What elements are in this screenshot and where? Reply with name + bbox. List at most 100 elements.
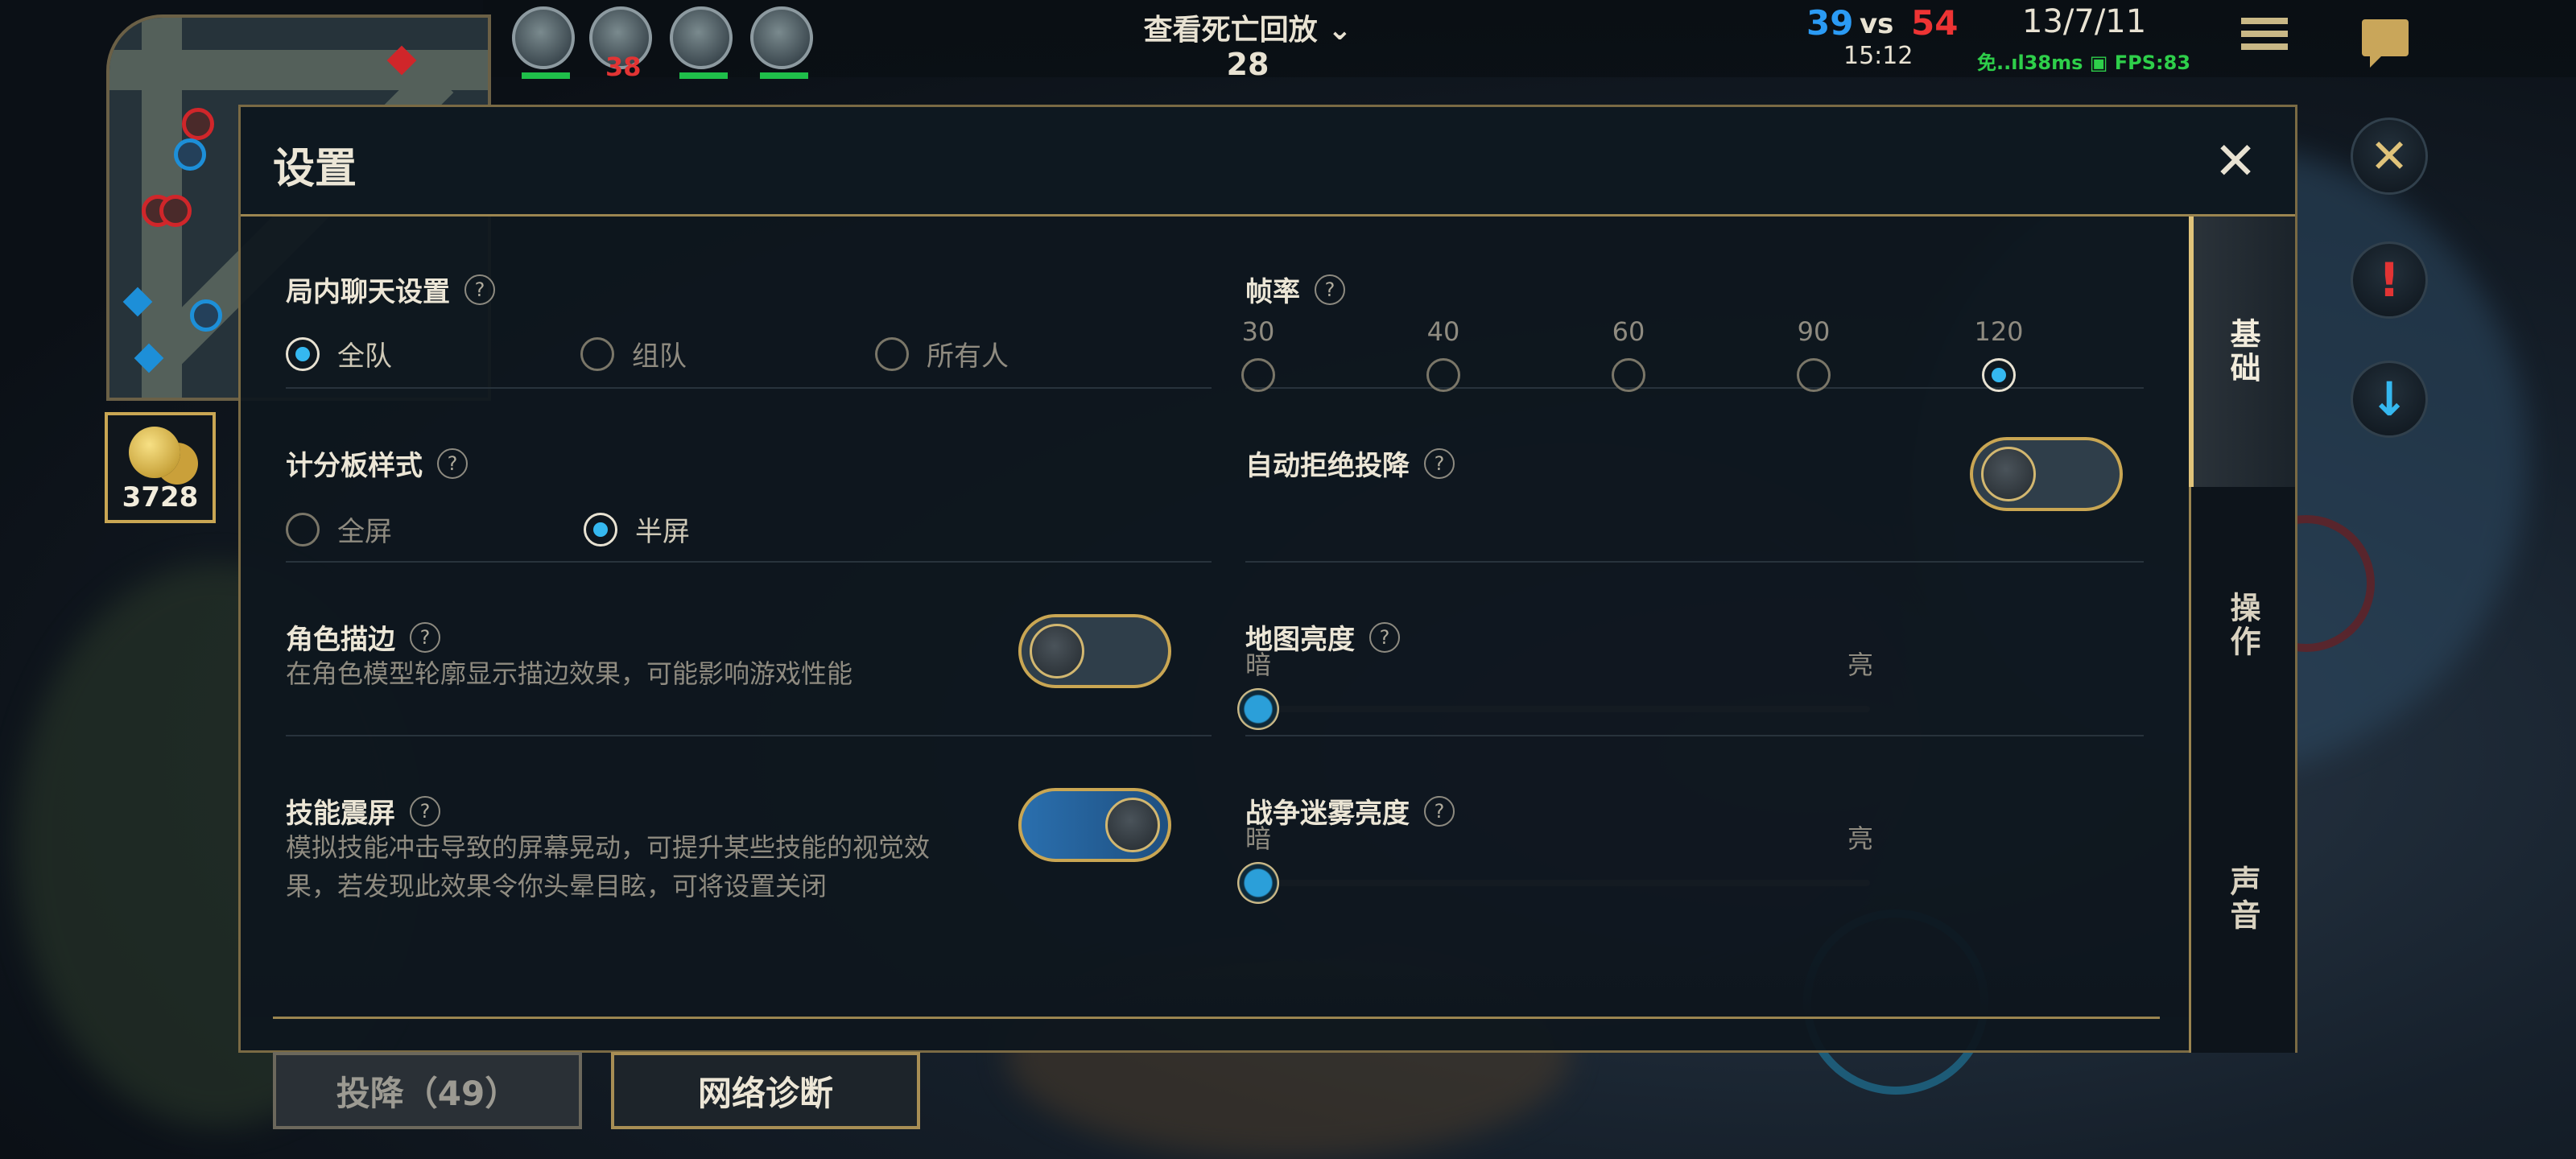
toggle-knob <box>1030 624 1084 678</box>
fps-option-120[interactable]: 120 <box>1967 316 2031 392</box>
scoreboard-setting-title: 计分板样式 <box>286 450 423 482</box>
team-red-score: 54 <box>1911 3 1959 43</box>
radio-button <box>1797 358 1831 392</box>
chat-setting: 局内聊天设置 ? 全队 组队 所有人 <box>286 217 1212 389</box>
chat-setting-title: 局内聊天设置 <box>286 276 450 308</box>
map-brightness-slider[interactable] <box>1237 688 1870 730</box>
chat-radio-group: 全队 组队 所有人 <box>286 334 1212 377</box>
fog-brightness-title-row: 战争迷雾亮度 ? <box>1245 791 1455 831</box>
outline-title: 角色描边 <box>286 624 395 656</box>
slider-thumb[interactable] <box>1237 862 1279 904</box>
alert-ping-icon[interactable]: ! <box>2351 241 2428 319</box>
radio-button <box>286 512 320 547</box>
toggle-knob <box>1981 447 2036 501</box>
death-replay-label: 查看死亡回放 <box>1143 14 1318 47</box>
chat-option-team[interactable]: 全队 <box>286 334 392 373</box>
screen-shake-setting: 技能震屏 ? 模拟技能冲击导致的屏幕晃动，可提升某些技能的视觉效果，若发现此效果… <box>286 738 1212 910</box>
scoreboard-option-full[interactable]: 全屏 <box>286 509 392 549</box>
ally-champion-portrait[interactable] <box>670 6 733 79</box>
scoreboard-setting-title-row: 计分板样式 ? <box>286 443 468 483</box>
auto-reject-toggle[interactable] <box>1970 437 2123 511</box>
radio-button <box>1241 358 1275 392</box>
score-vs: vs <box>1860 8 1894 40</box>
dialog-title: 设置 <box>273 145 357 193</box>
auto-reject-title: 自动拒绝投降 <box>1245 450 1410 482</box>
toggle-knob <box>1105 798 1160 852</box>
fps-option-90[interactable]: 90 <box>1781 316 1846 392</box>
auto-reject-title-row: 自动拒绝投降 ? <box>1245 443 1455 483</box>
outline-setting: 角色描边 ? 在角色模型轮廓显示描边效果，可能影响游戏性能 <box>286 564 1212 736</box>
fps-setting-title-row: 帧率 ? <box>1245 270 1345 309</box>
outline-title-row: 角色描边 ? <box>286 617 440 657</box>
team-blue-score: 39 <box>1806 3 1854 43</box>
screen-shake-toggle[interactable] <box>1018 788 1171 862</box>
radio-button <box>1426 358 1460 392</box>
ally-champion-portrait[interactable] <box>750 6 813 79</box>
screen-shake-description: 模拟技能冲击导致的屏幕晃动，可提升某些技能的视觉效果，若发现此效果令你头晕目眩，… <box>286 832 931 901</box>
auto-reject-setting: 自动拒绝投降 ? <box>1245 390 2144 563</box>
radio-button <box>286 336 320 371</box>
radio-label: 全屏 <box>337 516 392 548</box>
fps-option-30[interactable]: 30 <box>1226 316 1290 392</box>
tab-controls[interactable]: 操作 <box>2191 490 2295 761</box>
help-icon[interactable]: ? <box>410 795 440 827</box>
fps-radio-group: 30 40 60 90 120 <box>1241 316 2144 392</box>
health-bar <box>760 72 808 79</box>
fog-brightness-slider[interactable] <box>1237 862 1870 904</box>
slider-thumb[interactable] <box>1237 688 1279 730</box>
outline-toggle[interactable] <box>1018 614 1171 688</box>
slider-low-label: 暗 <box>1245 823 1272 854</box>
retreat-ping-icon[interactable]: ↓ <box>2351 361 2428 438</box>
scoreboard-radio-group: 全屏 半屏 <box>286 509 1212 553</box>
help-icon[interactable]: ? <box>410 621 440 653</box>
help-icon[interactable]: ? <box>437 448 468 479</box>
fps-option-40[interactable]: 40 <box>1411 316 1476 392</box>
minimap-lane <box>109 50 488 90</box>
ally-champion-portrait[interactable] <box>512 6 575 79</box>
chat-option-all[interactable]: 所有人 <box>875 334 1009 373</box>
chat-option-party[interactable]: 组队 <box>580 334 687 373</box>
radio-button <box>1612 358 1645 392</box>
scoreboard-option-half[interactable]: 半屏 <box>584 509 690 549</box>
screen-shake-title: 技能震屏 <box>286 798 395 830</box>
tab-basic[interactable]: 基础 <box>2189 217 2295 487</box>
scoreboard-setting: 计分板样式 ? 全屏 半屏 <box>286 390 1212 563</box>
settings-dialog: 设置 ✕ 局内聊天设置 ? 全队 组队 所有人 帧率 ? 30 40 60 90… <box>238 105 2297 1129</box>
help-icon[interactable]: ? <box>464 274 495 305</box>
fps-option-60[interactable]: 60 <box>1596 316 1661 392</box>
divider <box>273 1017 2160 1019</box>
crossed-swords-icon[interactable]: ✕ <box>2351 118 2428 195</box>
close-icon[interactable]: ✕ <box>2205 131 2266 192</box>
dialog-header: 设置 ✕ <box>241 107 2295 217</box>
radio-button <box>584 512 617 547</box>
scoreboard-menu-icon[interactable] <box>2241 18 2288 58</box>
surrender-button[interactable]: 投降（49） <box>273 1052 582 1129</box>
death-replay-button[interactable]: 查看死亡回放 ⌄ <box>1087 6 1409 48</box>
network-status: 免..ıl38ms ▣ FPS:83 <box>1977 52 2191 74</box>
scroll-fade <box>241 957 2192 1017</box>
slider-low-label: 暗 <box>1245 650 1272 680</box>
help-icon[interactable]: ? <box>1315 274 1345 305</box>
fps-option-label: 60 <box>1612 316 1645 347</box>
enemy-champion-marker <box>159 195 192 227</box>
radio-label: 全队 <box>337 340 392 373</box>
help-icon[interactable]: ? <box>1424 448 1455 479</box>
radio-button <box>1982 358 2016 392</box>
outline-description: 在角色模型轮廓显示描边效果，可能影响游戏性能 <box>286 658 853 689</box>
tab-sound[interactable]: 声音 <box>2191 764 2295 1034</box>
fps-setting: 帧率 ? 30 40 60 90 120 <box>1241 217 2144 392</box>
chevron-down-icon: ⌄ <box>1317 14 1352 47</box>
network-diagnosis-button[interactable]: 网络诊断 <box>611 1052 920 1129</box>
help-icon[interactable]: ? <box>1424 795 1455 827</box>
game-timer: 15:12 <box>1843 42 1913 70</box>
chat-icon[interactable] <box>2362 19 2409 68</box>
help-icon[interactable]: ? <box>1369 621 1400 653</box>
gold-value: 3728 <box>122 481 199 514</box>
gold-counter[interactable]: 3728 <box>105 412 216 523</box>
settings-content[interactable]: 局内聊天设置 ? 全队 组队 所有人 帧率 ? 30 40 60 90 120 <box>241 217 2192 1129</box>
fps-option-label: 40 <box>1426 316 1460 347</box>
radio-label: 所有人 <box>927 340 1009 373</box>
radio-button <box>875 336 909 371</box>
gold-coin-icon <box>129 427 180 478</box>
kda-stats: 13/7/11 <box>2022 3 2147 40</box>
